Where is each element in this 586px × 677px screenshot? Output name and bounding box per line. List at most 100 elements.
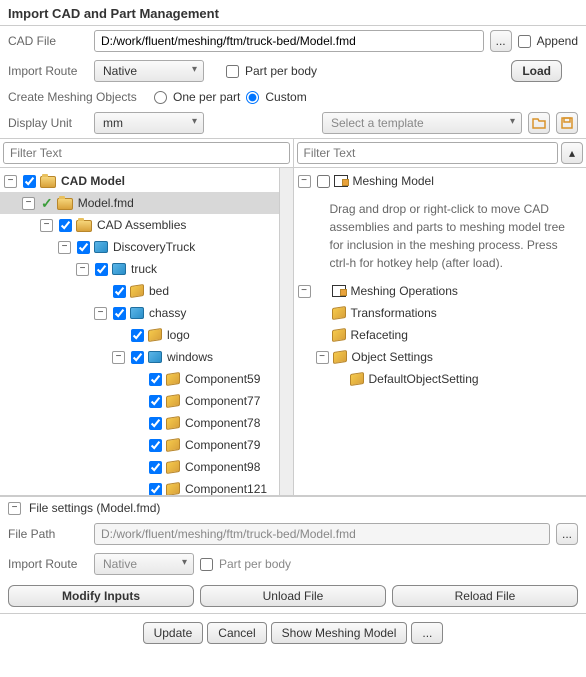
tree-checkbox[interactable] <box>113 307 126 320</box>
tree-checkbox[interactable] <box>59 219 72 232</box>
part-per-body-checkbox[interactable] <box>226 65 239 78</box>
file-path-input <box>94 523 550 545</box>
check-icon: ✓ <box>41 195 53 212</box>
expand-icon[interactable]: − <box>22 197 35 210</box>
cad-file-label: CAD File <box>8 34 88 48</box>
part-icon <box>166 372 180 386</box>
mesh-icon <box>332 285 346 297</box>
display-unit-label: Display Unit <box>8 116 88 130</box>
save-template-icon[interactable] <box>556 112 578 134</box>
tree-label: Component98 <box>185 460 260 474</box>
tree-label: Refaceting <box>351 328 408 342</box>
tree-label: Transformations <box>351 306 437 320</box>
cad-tree[interactable]: −CAD Model −✓Model.fmd −CAD Assemblies −… <box>0 168 293 495</box>
expand-icon[interactable]: − <box>58 241 71 254</box>
tree-label: CAD Assemblies <box>97 218 186 232</box>
part-icon <box>350 372 364 386</box>
scrollbar[interactable] <box>279 168 293 495</box>
expand-icon[interactable]: − <box>76 263 89 276</box>
tree-label: bed <box>149 284 169 298</box>
left-filter-input[interactable] <box>3 142 290 164</box>
tree-label: CAD Model <box>61 174 125 188</box>
custom-radio[interactable] <box>246 91 259 104</box>
assembly-icon <box>112 263 126 275</box>
fs-route-select[interactable]: Native <box>94 553 194 575</box>
tree-label: chassy <box>149 306 186 320</box>
browse-button[interactable]: ... <box>490 30 512 52</box>
tree-checkbox[interactable] <box>131 329 144 342</box>
tree-label: Meshing Model <box>353 174 434 188</box>
fs-part-per-body-checkbox[interactable] <box>200 558 213 571</box>
expand-icon[interactable]: − <box>40 219 53 232</box>
append-checkbox[interactable] <box>518 35 531 48</box>
file-path-label: File Path <box>8 527 88 541</box>
modify-inputs-button[interactable]: Modify Inputs <box>8 585 194 607</box>
tree-checkbox[interactable] <box>23 175 36 188</box>
tree-label: DefaultObjectSetting <box>369 372 479 386</box>
part-icon <box>166 482 180 495</box>
browse-button[interactable]: ... <box>556 523 578 545</box>
create-meshing-label: Create Meshing Objects <box>8 90 148 104</box>
fs-route-label: Import Route <box>8 557 88 571</box>
tree-checkbox[interactable] <box>317 175 330 188</box>
tree-checkbox[interactable] <box>95 263 108 276</box>
tree-label: Component79 <box>185 438 260 452</box>
tree-checkbox[interactable] <box>131 351 144 364</box>
part-icon <box>166 460 180 474</box>
tree-checkbox[interactable] <box>149 461 162 474</box>
expand-icon[interactable]: − <box>298 175 311 188</box>
expand-icon[interactable]: − <box>112 351 125 364</box>
collapse-icon[interactable]: − <box>8 502 21 515</box>
expand-icon[interactable]: − <box>298 285 311 298</box>
tree-checkbox[interactable] <box>149 373 162 386</box>
tree-label: windows <box>167 350 213 364</box>
assembly-icon <box>130 307 144 319</box>
load-button[interactable]: Load <box>511 60 562 82</box>
right-filter-input[interactable] <box>297 142 559 164</box>
tree-checkbox[interactable] <box>149 483 162 496</box>
file-settings-title: File settings (Model.fmd) <box>29 501 160 515</box>
update-button[interactable]: Update <box>143 622 204 644</box>
tree-checkbox[interactable] <box>113 285 126 298</box>
meshing-tree[interactable]: − Meshing Model Drag and drop or right-cl… <box>294 168 586 495</box>
expand-icon[interactable]: − <box>94 307 107 320</box>
one-per-part-label: One per part <box>173 90 240 104</box>
custom-label: Custom <box>265 90 306 104</box>
cad-file-input[interactable] <box>94 30 484 52</box>
one-per-part-radio[interactable] <box>154 91 167 104</box>
expand-icon[interactable]: − <box>316 351 329 364</box>
part-icon <box>166 438 180 452</box>
part-icon <box>148 328 162 342</box>
tree-label: logo <box>167 328 190 342</box>
more-button[interactable]: ... <box>411 622 443 644</box>
unload-file-button[interactable]: Unload File <box>200 585 386 607</box>
part-icon <box>332 306 346 320</box>
collapse-icon[interactable]: ▴ <box>561 142 583 164</box>
folder-icon <box>76 220 92 232</box>
part-icon <box>333 350 347 364</box>
fs-part-per-body-label: Part per body <box>219 557 291 571</box>
import-route-select[interactable]: Native <box>94 60 204 82</box>
tree-checkbox[interactable] <box>77 241 90 254</box>
tree-label: Model.fmd <box>78 196 134 210</box>
tree-label: truck <box>131 262 157 276</box>
part-icon <box>166 416 180 430</box>
import-route-label: Import Route <box>8 64 88 78</box>
tree-label: Meshing Operations <box>351 284 458 298</box>
part-per-body-label: Part per body <box>245 64 317 78</box>
append-label: Append <box>537 34 578 48</box>
tree-checkbox[interactable] <box>149 417 162 430</box>
reload-file-button[interactable]: Reload File <box>392 585 578 607</box>
folder-icon <box>57 198 73 210</box>
display-unit-select[interactable]: mm <box>94 112 204 134</box>
show-meshing-button[interactable]: Show Meshing Model <box>271 622 408 644</box>
tree-checkbox[interactable] <box>149 395 162 408</box>
tree-checkbox[interactable] <box>149 439 162 452</box>
expand-icon[interactable]: − <box>4 175 17 188</box>
cancel-button[interactable]: Cancel <box>207 622 266 644</box>
part-icon <box>332 328 346 342</box>
tree-label: Component78 <box>185 416 260 430</box>
template-select[interactable]: Select a template <box>322 112 522 134</box>
meshing-hint: Drag and drop or right-click to move CAD… <box>294 192 586 280</box>
open-template-icon[interactable] <box>528 112 550 134</box>
